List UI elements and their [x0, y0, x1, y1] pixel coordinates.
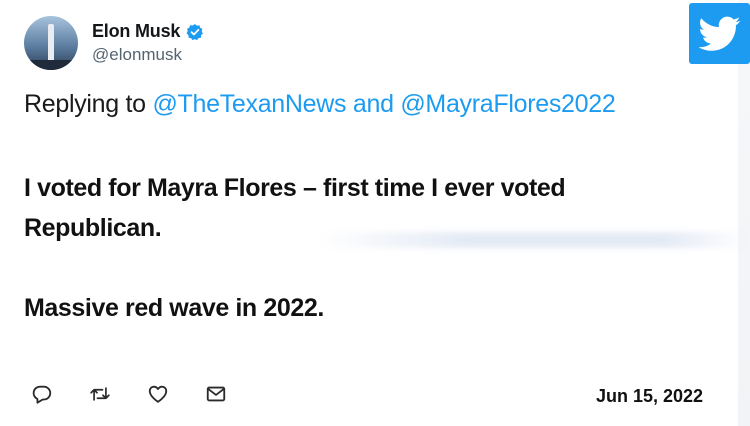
replying-to-line: Replying to @TheTexanNews and @MayraFlor… — [24, 90, 616, 119]
tweet-paragraph: Massive red wave in 2022. — [24, 294, 324, 322]
verified-badge-icon — [186, 23, 204, 41]
like-icon[interactable] — [147, 383, 169, 405]
avatar[interactable] — [24, 16, 78, 70]
replying-conjunction: and — [352, 90, 394, 118]
mention-thetexannews[interactable]: @TheTexanNews — [152, 90, 346, 118]
tweet-actions — [31, 383, 263, 405]
retweet-icon[interactable] — [89, 383, 111, 405]
author-name-row: Elon Musk — [92, 21, 204, 42]
tweet-card: Elon Musk @elonmusk Replying to @TheTexa… — [0, 0, 738, 426]
avatar-ground — [24, 60, 78, 70]
mention-mayraflores2022[interactable]: @MayraFlores2022 — [400, 90, 615, 118]
author-handle[interactable]: @elonmusk — [92, 45, 182, 65]
twitter-bird-icon — [689, 3, 750, 64]
screen-glare — [315, 232, 750, 248]
author-name[interactable]: Elon Musk — [92, 21, 180, 42]
reply-icon[interactable] — [31, 383, 53, 405]
tweet-text: I voted for Mayra Flores – first time I … — [24, 168, 684, 328]
replying-prefix: Replying to — [24, 90, 146, 118]
direct-message-icon[interactable] — [205, 383, 227, 405]
tweet-screenshot: Elon Musk @elonmusk Replying to @TheTexa… — [0, 0, 750, 426]
tweet-date[interactable]: Jun 15, 2022 — [596, 386, 703, 407]
